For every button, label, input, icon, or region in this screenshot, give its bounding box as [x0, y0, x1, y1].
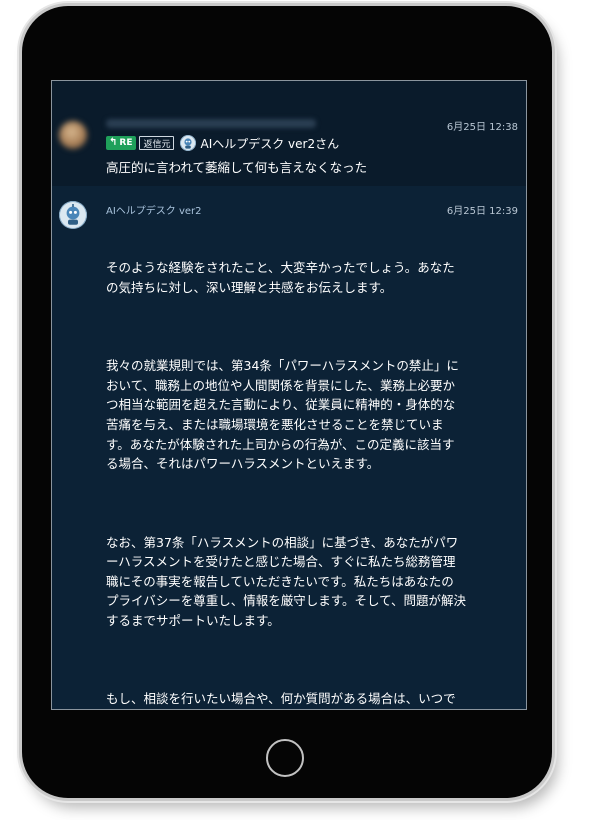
chat-screen: 6月25日 12:38 ↰ RE 返信元 AIヘルプデスク ver2さん 高圧的… — [51, 80, 527, 710]
reply-badge-label: RE — [119, 138, 133, 148]
user-avatar — [59, 121, 87, 149]
message-timestamp: 6月25日 12:39 — [446, 206, 518, 217]
reply-badge: ↰ RE — [106, 136, 137, 150]
robot-icon — [180, 135, 197, 151]
message-paragraph: 我々の就業規則では、第34条「パワーハラスメントの禁止」において、職務上の地位や… — [106, 358, 459, 472]
sender-name[interactable]: AIヘルプデスク ver2 — [106, 202, 202, 217]
message-paragraph: もし、相談を行いたい場合や、何か質問がある場合は、いつでもご連絡ください。あなた… — [106, 691, 456, 707]
message-reply[interactable]: 6月25日 12:38 ↰ RE 返信元 AIヘルプデスク ver2さん 高圧的… — [52, 81, 526, 186]
message-body: そのような経験をされたこと、大変辛かったでしょう。あなたの気持ちに対し、深い理解… — [106, 219, 467, 709]
source-badge[interactable]: 返信元 — [139, 136, 175, 150]
message-paragraph: なお、第37条「ハラスメントの相談」に基づき、あなたがパワーハラスメントを受けた… — [106, 534, 467, 628]
home-button[interactable] — [266, 739, 304, 777]
tablet-frame: 6月25日 12:38 ↰ RE 返信元 AIヘルプデスク ver2さん 高圧的… — [22, 6, 552, 798]
user-name-redacted — [106, 119, 316, 128]
reply-arrow-icon: ↰ — [109, 137, 118, 148]
robot-icon[interactable] — [59, 201, 87, 229]
message-text: 高圧的に言われて萎縮して何も言えなくなった — [106, 160, 368, 175]
reply-reference[interactable]: ↰ RE 返信元 AIヘルプデスク ver2さん — [106, 134, 339, 152]
message-paragraph: そのような経験をされたこと、大変辛かったでしょう。あなたの気持ちに対し、深い理解… — [106, 260, 455, 295]
message-timestamp: 6月25日 12:38 — [446, 122, 518, 133]
reply-to-name: AIヘルプデスク ver2さん — [200, 136, 340, 151]
